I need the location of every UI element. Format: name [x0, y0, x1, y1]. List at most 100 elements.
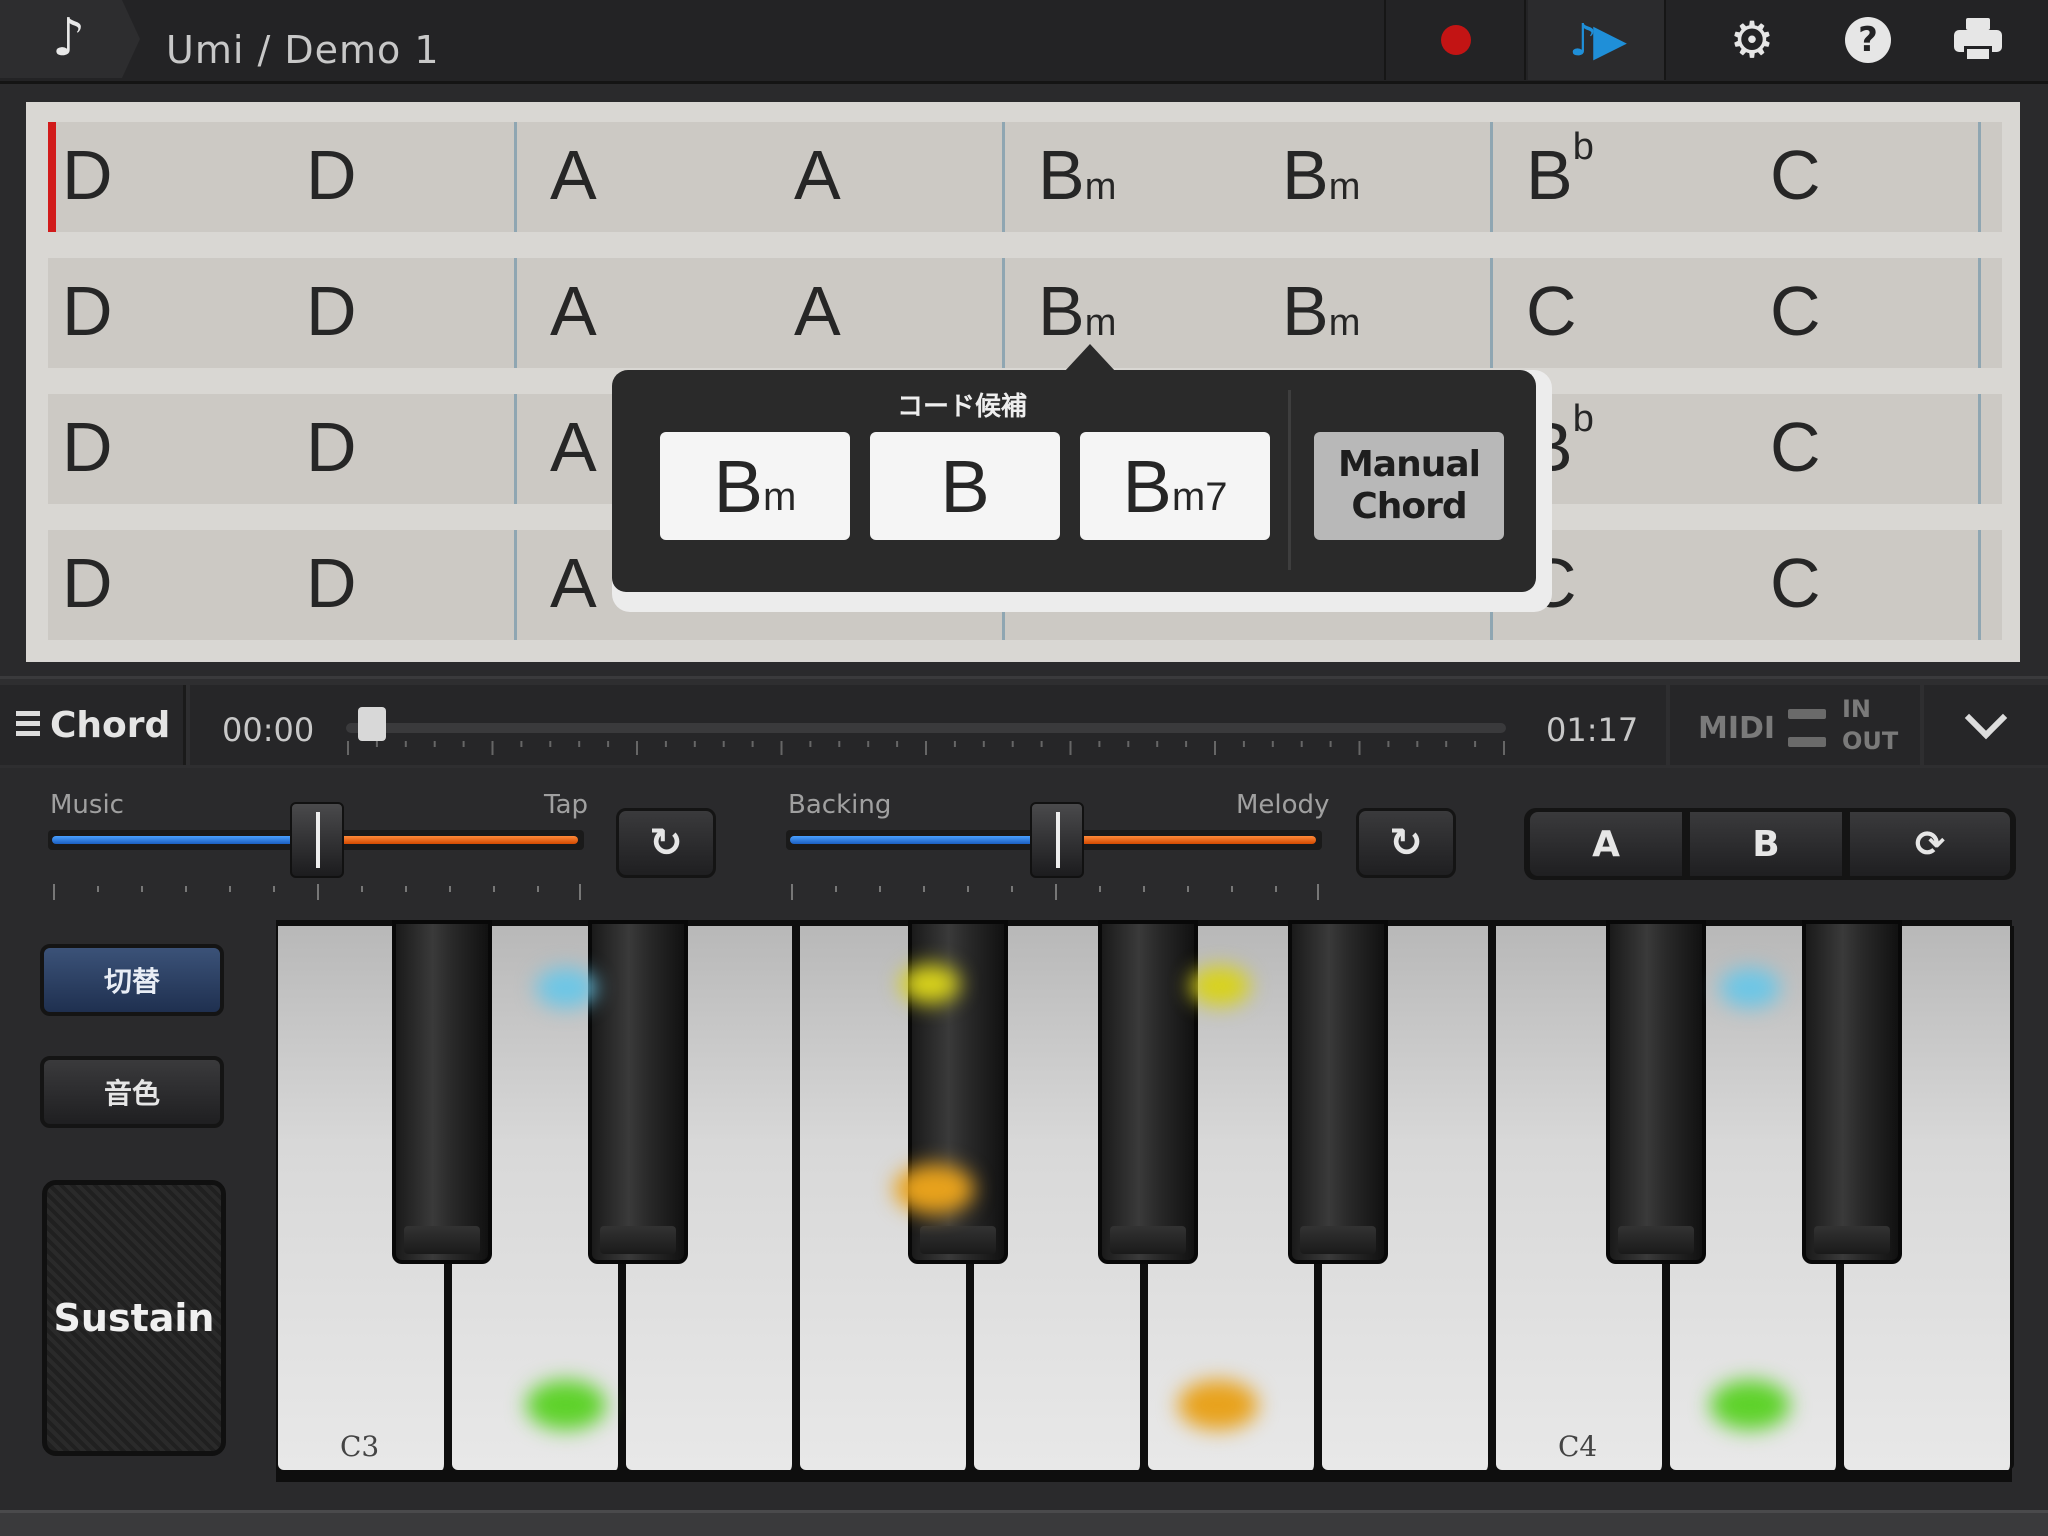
loop-b-button[interactable]: B: [1690, 812, 1842, 876]
chord-cell[interactable]: C: [1526, 276, 1577, 346]
candidate-b-button[interactable]: B: [870, 432, 1060, 540]
bar-line: [1978, 258, 1981, 368]
chord-cell[interactable]: A: [794, 276, 841, 346]
loop-reset-button[interactable]: ⟳: [1850, 812, 2010, 876]
undo-arrow-icon: ↻: [649, 820, 683, 866]
note-highlight: [526, 1380, 606, 1430]
chord-cell[interactable]: C: [1770, 276, 1821, 346]
midi-label: MIDI: [1698, 711, 1776, 746]
black-key[interactable]: [588, 920, 688, 1264]
backing-melody-slider-thumb[interactable]: [1030, 802, 1084, 878]
chord-row: D D A A Bm Bm Bb C: [48, 122, 2002, 232]
settings-button[interactable]: ⚙: [1692, 0, 1812, 80]
chord-cell[interactable]: D: [62, 548, 113, 618]
chord-cell[interactable]: Bm: [1038, 276, 1116, 346]
app-menu-button[interactable]: ♪: [0, 0, 140, 78]
midi-indicator[interactable]: MIDI IN OUT: [1670, 685, 1920, 765]
record-button[interactable]: [1388, 0, 1524, 80]
black-key[interactable]: [1802, 920, 1902, 1264]
chord-menu-button[interactable]: Chord: [0, 685, 186, 765]
slider-ticks: [791, 884, 1319, 900]
backing-melody-reset-button[interactable]: ↻: [1356, 808, 1456, 878]
seek-bar[interactable]: [346, 723, 1506, 733]
music-tap-slider-thumb[interactable]: [290, 802, 344, 878]
tone-button[interactable]: 音色: [40, 1056, 224, 1128]
switch-button[interactable]: 切替: [40, 944, 224, 1016]
chord-cell[interactable]: A: [794, 140, 841, 210]
popup-divider: [1288, 390, 1291, 570]
manual-chord-label-1: Manual: [1337, 444, 1481, 485]
chord-cell[interactable]: D: [62, 140, 113, 210]
chord-quality: m: [1328, 166, 1361, 208]
black-key[interactable]: [392, 920, 492, 1264]
hamburger-menu-icon: [16, 711, 40, 741]
chord-cell[interactable]: D: [62, 276, 113, 346]
chord-accidental: b: [1572, 398, 1594, 440]
chord-cell[interactable]: D: [306, 548, 357, 618]
popup-title: コード候補: [896, 392, 1027, 422]
bottom-strip: [0, 1510, 2048, 1536]
midi-in-label: IN: [1842, 695, 1872, 723]
chord-root: C: [1770, 272, 1821, 350]
chord-cell[interactable]: A: [550, 276, 597, 346]
chord-cell[interactable]: D: [306, 412, 357, 482]
chord-accidental: b: [1572, 126, 1594, 168]
black-key[interactable]: [1606, 920, 1706, 1264]
play-melody-icon: ♪▶: [1569, 14, 1627, 66]
chord-cell[interactable]: A: [550, 548, 597, 618]
music-tap-reset-button[interactable]: ↻: [616, 808, 716, 878]
collapse-button[interactable]: [1924, 685, 2048, 765]
chord-cell[interactable]: Bm: [1282, 140, 1360, 210]
chord-cell[interactable]: D: [306, 140, 357, 210]
seek-thumb[interactable]: [357, 707, 386, 741]
song-title: Umi / Demo 1: [166, 28, 440, 72]
black-key[interactable]: [1288, 920, 1388, 1264]
tap-label: Tap: [544, 790, 589, 820]
bar-line: [514, 258, 517, 368]
play-melody-button[interactable]: ♪▶: [1528, 0, 1664, 80]
chord-cell[interactable]: A: [550, 412, 597, 482]
candidate-bm7-button[interactable]: Bm7: [1080, 432, 1270, 540]
help-icon: ?: [1845, 17, 1891, 63]
chord-cell[interactable]: Bb: [1526, 128, 1594, 210]
chord-cell[interactable]: C: [1770, 140, 1821, 210]
black-key[interactable]: [1098, 920, 1198, 1264]
chord-root: A: [550, 408, 597, 486]
chord-root: B: [1282, 136, 1329, 214]
bar-line: [514, 394, 517, 504]
bar-line: [1978, 530, 1981, 640]
chord-cell[interactable]: Bm: [1038, 140, 1116, 210]
note-highlight: [900, 964, 960, 1004]
chord-cell[interactable]: Bm: [1282, 276, 1360, 346]
chord-root: C: [1770, 544, 1821, 622]
chord-cell[interactable]: D: [62, 412, 113, 482]
undo-arrow-icon: ↻: [1389, 820, 1423, 866]
chord-root: D: [306, 544, 357, 622]
print-button[interactable]: [1918, 0, 2038, 80]
candidate-bm-button[interactable]: Bm: [660, 432, 850, 540]
refresh-icon: ⟳: [1914, 823, 1946, 865]
chord-root: D: [62, 408, 113, 486]
note-highlight: [1710, 1380, 1790, 1430]
chord-root: D: [62, 544, 113, 622]
help-button[interactable]: ?: [1808, 0, 1928, 80]
time-end: 01:17: [1546, 711, 1639, 749]
manual-chord-button[interactable]: Manual Chord: [1314, 432, 1504, 540]
separator: [1664, 0, 1666, 80]
candidate-root: B: [713, 444, 764, 528]
chord-cell[interactable]: A: [550, 140, 597, 210]
piano-keyboard: C3 C4: [276, 920, 2014, 1482]
chord-root: D: [306, 408, 357, 486]
backing-label: Backing: [788, 790, 892, 820]
seek-ticks: [347, 741, 1505, 755]
chord-cell[interactable]: C: [1770, 412, 1821, 482]
loop-a-button[interactable]: A: [1530, 812, 1682, 876]
note-highlight: [1720, 968, 1780, 1008]
sustain-button[interactable]: Sustain: [42, 1180, 226, 1456]
bar-line: [514, 122, 517, 232]
midi-in-indicator-icon: [1788, 709, 1826, 719]
chord-cell[interactable]: C: [1770, 548, 1821, 618]
bar-line: [514, 530, 517, 640]
chord-cell[interactable]: D: [306, 276, 357, 346]
tone-label: 音色: [103, 1077, 160, 1110]
